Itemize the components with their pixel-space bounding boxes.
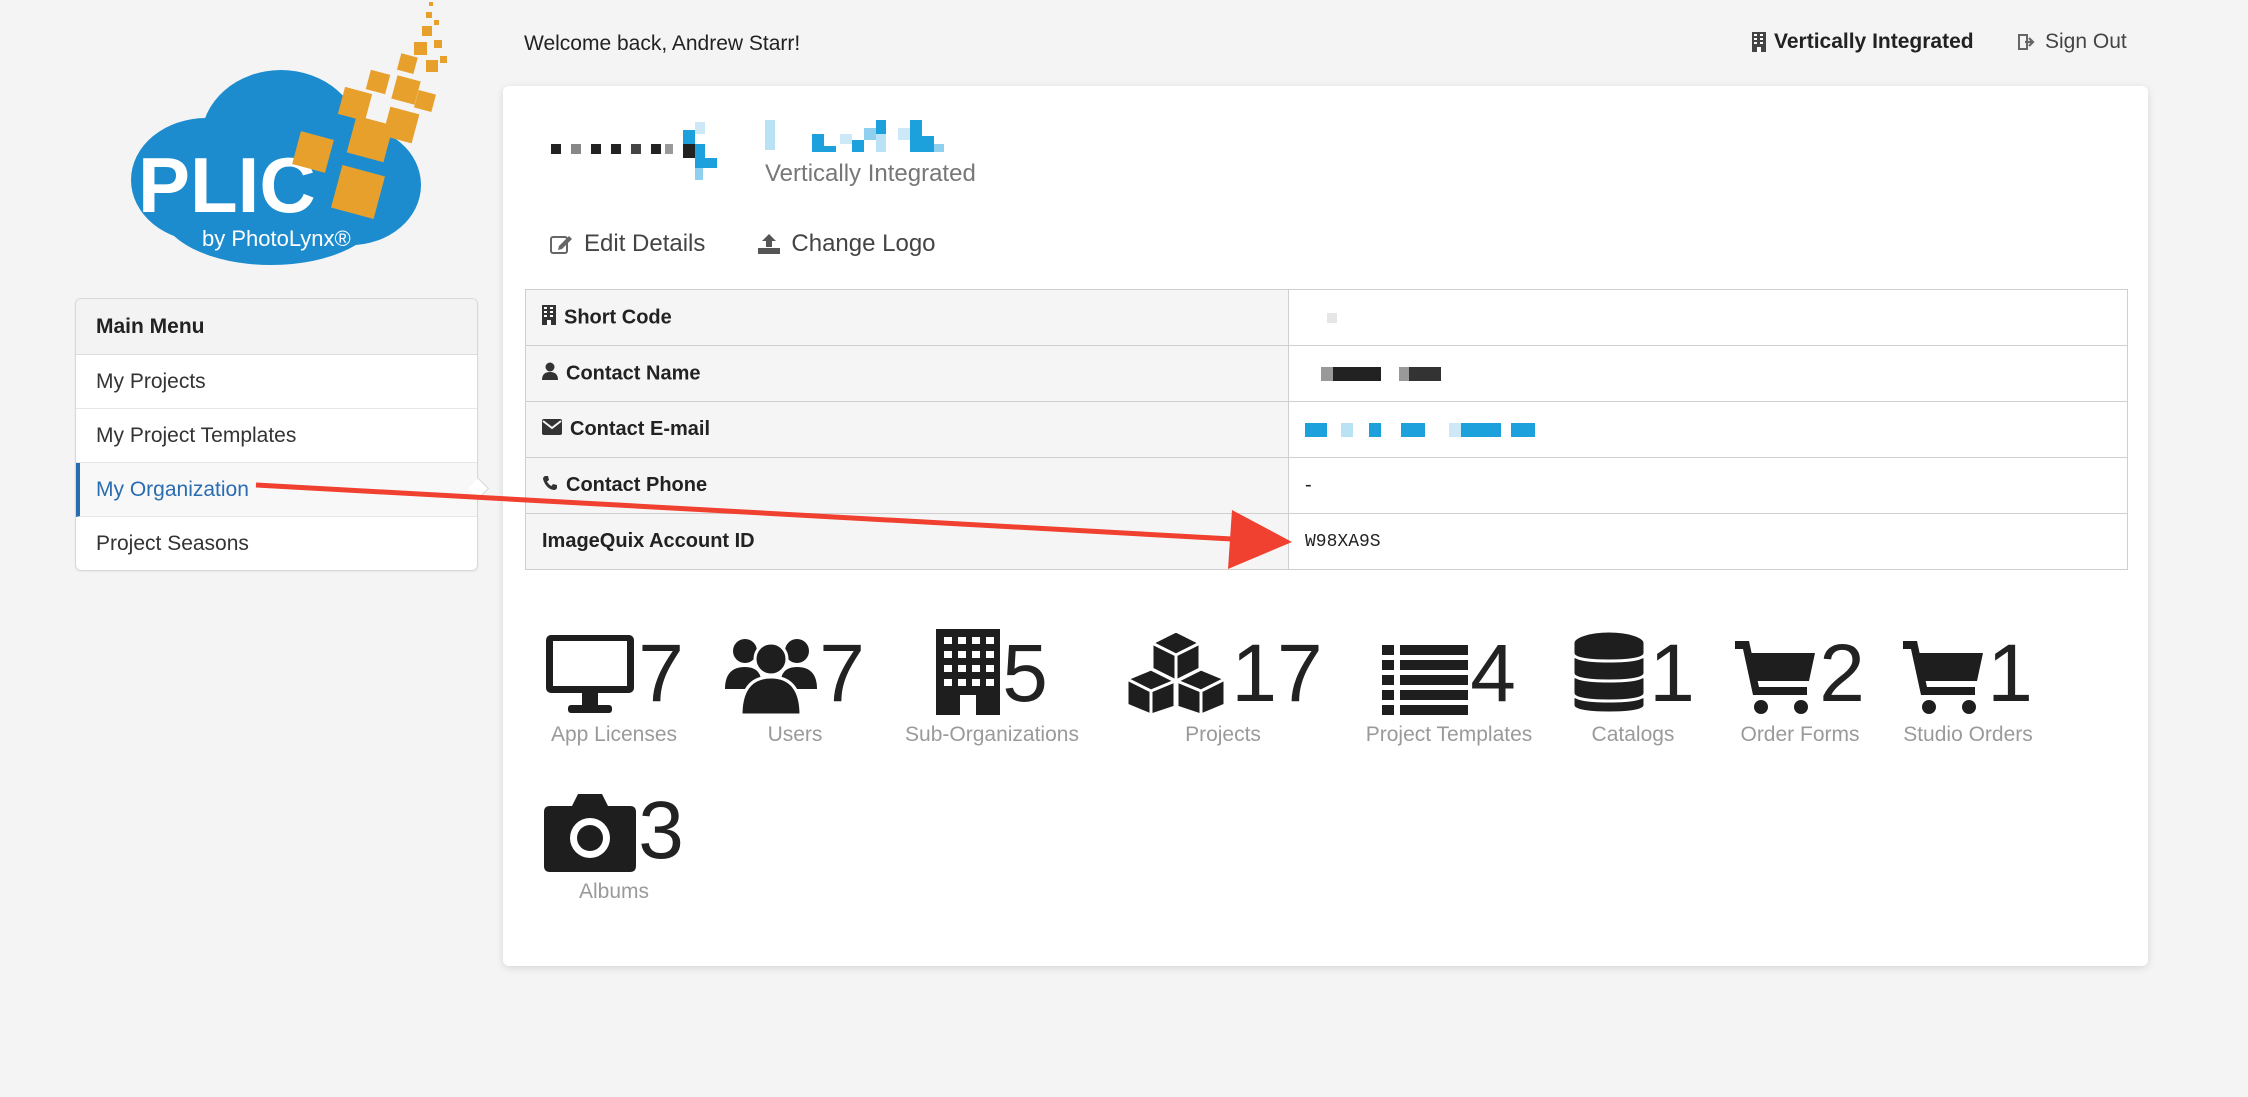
stat-catalogs: 1 Catalogs (1568, 625, 1698, 747)
cart-icon (1735, 641, 1816, 714)
stat-value: 2 (1819, 628, 1865, 719)
stat-value: 1 (1987, 628, 2033, 719)
stat-projects: 17 Projects (1115, 625, 1331, 747)
stat-label: Albums (578, 880, 650, 903)
stat-value: 7 (819, 628, 865, 719)
sign-out-label: Sign Out (2045, 30, 2127, 53)
sidebar-item-my-project-templates[interactable]: My Project Templates (76, 409, 477, 463)
stat-value: 4 (1470, 628, 1516, 719)
building-icon (542, 304, 556, 331)
stat-label: Project Templates (1365, 723, 1533, 746)
contact-email-value[interactable] (1288, 401, 2128, 458)
stat-label: Projects (1185, 723, 1261, 746)
phone-icon (542, 474, 558, 497)
stat-label: App Licenses (550, 723, 678, 746)
stat-value: 7 (638, 628, 684, 719)
stat-sub-organizations: 5 Sub-Organizations (900, 625, 1084, 747)
svg-text:PLIC: PLIC (138, 141, 316, 229)
users-icon (725, 639, 818, 715)
contact-email-label: Contact E-mail (570, 417, 711, 440)
cubes-icon (1125, 629, 1227, 715)
stat-studio-orders: 1 Studio Orders (1898, 625, 2038, 747)
main-menu-title: Main Menu (76, 299, 477, 355)
contact-phone-label: Contact Phone (566, 473, 708, 496)
stat-value: 1 (1649, 628, 1695, 719)
stat-label: Sub-Organizations (905, 723, 1079, 746)
table-row: Contact Phone - (525, 457, 2128, 514)
table-row: Contact E-mail (525, 401, 2128, 458)
svg-text:by PhotoLynx®: by PhotoLynx® (202, 226, 351, 251)
cart-icon (1903, 641, 1984, 714)
organization-subtitle: Vertically Integrated (765, 160, 976, 187)
stat-value: 3 (638, 785, 684, 876)
short-code-label: Short Code (564, 305, 672, 328)
edit-details-label: Edit Details (584, 230, 706, 257)
database-icon (1571, 629, 1647, 715)
organization-details-table: Short Code Contact Name Contact E-mail C… (525, 289, 2128, 570)
user-icon (542, 362, 558, 386)
account-id-value: W98XA9S (1288, 513, 2128, 570)
sign-out-link[interactable]: Sign Out (2018, 30, 2127, 54)
current-org-link[interactable]: Vertically Integrated (1752, 30, 1974, 54)
stat-label: Order Forms (1740, 723, 1860, 746)
sidebar-item-my-organization[interactable]: My Organization (76, 463, 477, 517)
sidebar-item-my-projects[interactable]: My Projects (76, 355, 477, 409)
stat-value: 5 (1002, 628, 1048, 719)
current-org-name: Vertically Integrated (1774, 30, 1974, 53)
building-icon (936, 629, 1001, 715)
short-code-value (1288, 289, 2128, 346)
edit-details-button[interactable]: Edit Details (550, 230, 705, 258)
stat-order-forms: 2 Order Forms (1730, 625, 1870, 747)
stat-app-licenses: 7 App Licenses (540, 625, 688, 747)
stat-project-templates: 4 Project Templates (1362, 625, 1536, 747)
envelope-icon (542, 418, 562, 441)
account-id-label: ImageQuix Account ID (525, 513, 1289, 570)
camera-icon (544, 794, 637, 872)
sign-out-icon (2018, 34, 2035, 50)
stat-albums: 3 Albums (540, 782, 688, 904)
organization-actions: Edit Details Change Logo (550, 230, 936, 258)
monitor-icon (546, 635, 635, 713)
stat-users: 7 Users (720, 625, 870, 747)
stat-label: Users (767, 723, 823, 746)
stat-label: Catalogs (1591, 723, 1675, 746)
table-row: Short Code (525, 289, 2128, 346)
sidebar-item-project-seasons[interactable]: Project Seasons (76, 517, 477, 570)
list-icon (1382, 645, 1469, 715)
contact-name-value (1288, 345, 2128, 402)
change-logo-label: Change Logo (791, 230, 936, 257)
upload-icon (758, 234, 781, 254)
change-logo-button[interactable]: Change Logo (757, 230, 936, 258)
stat-label: Studio Orders (1903, 723, 2033, 746)
main-menu: Main Menu My Projects My Project Templat… (75, 298, 478, 571)
contact-phone-value: - (1288, 457, 2128, 514)
stat-value: 17 (1231, 628, 1323, 719)
edit-icon (550, 236, 572, 254)
contact-name-label: Contact Name (566, 361, 701, 384)
building-icon (1752, 32, 1766, 52)
plic-logo: PLIC by PhotoLynx® (131, 2, 447, 265)
table-row: Contact Name (525, 345, 2128, 402)
welcome-message: Welcome back, Andrew Starr! (524, 32, 801, 55)
table-row: ImageQuix Account ID W98XA9S (525, 513, 2128, 570)
